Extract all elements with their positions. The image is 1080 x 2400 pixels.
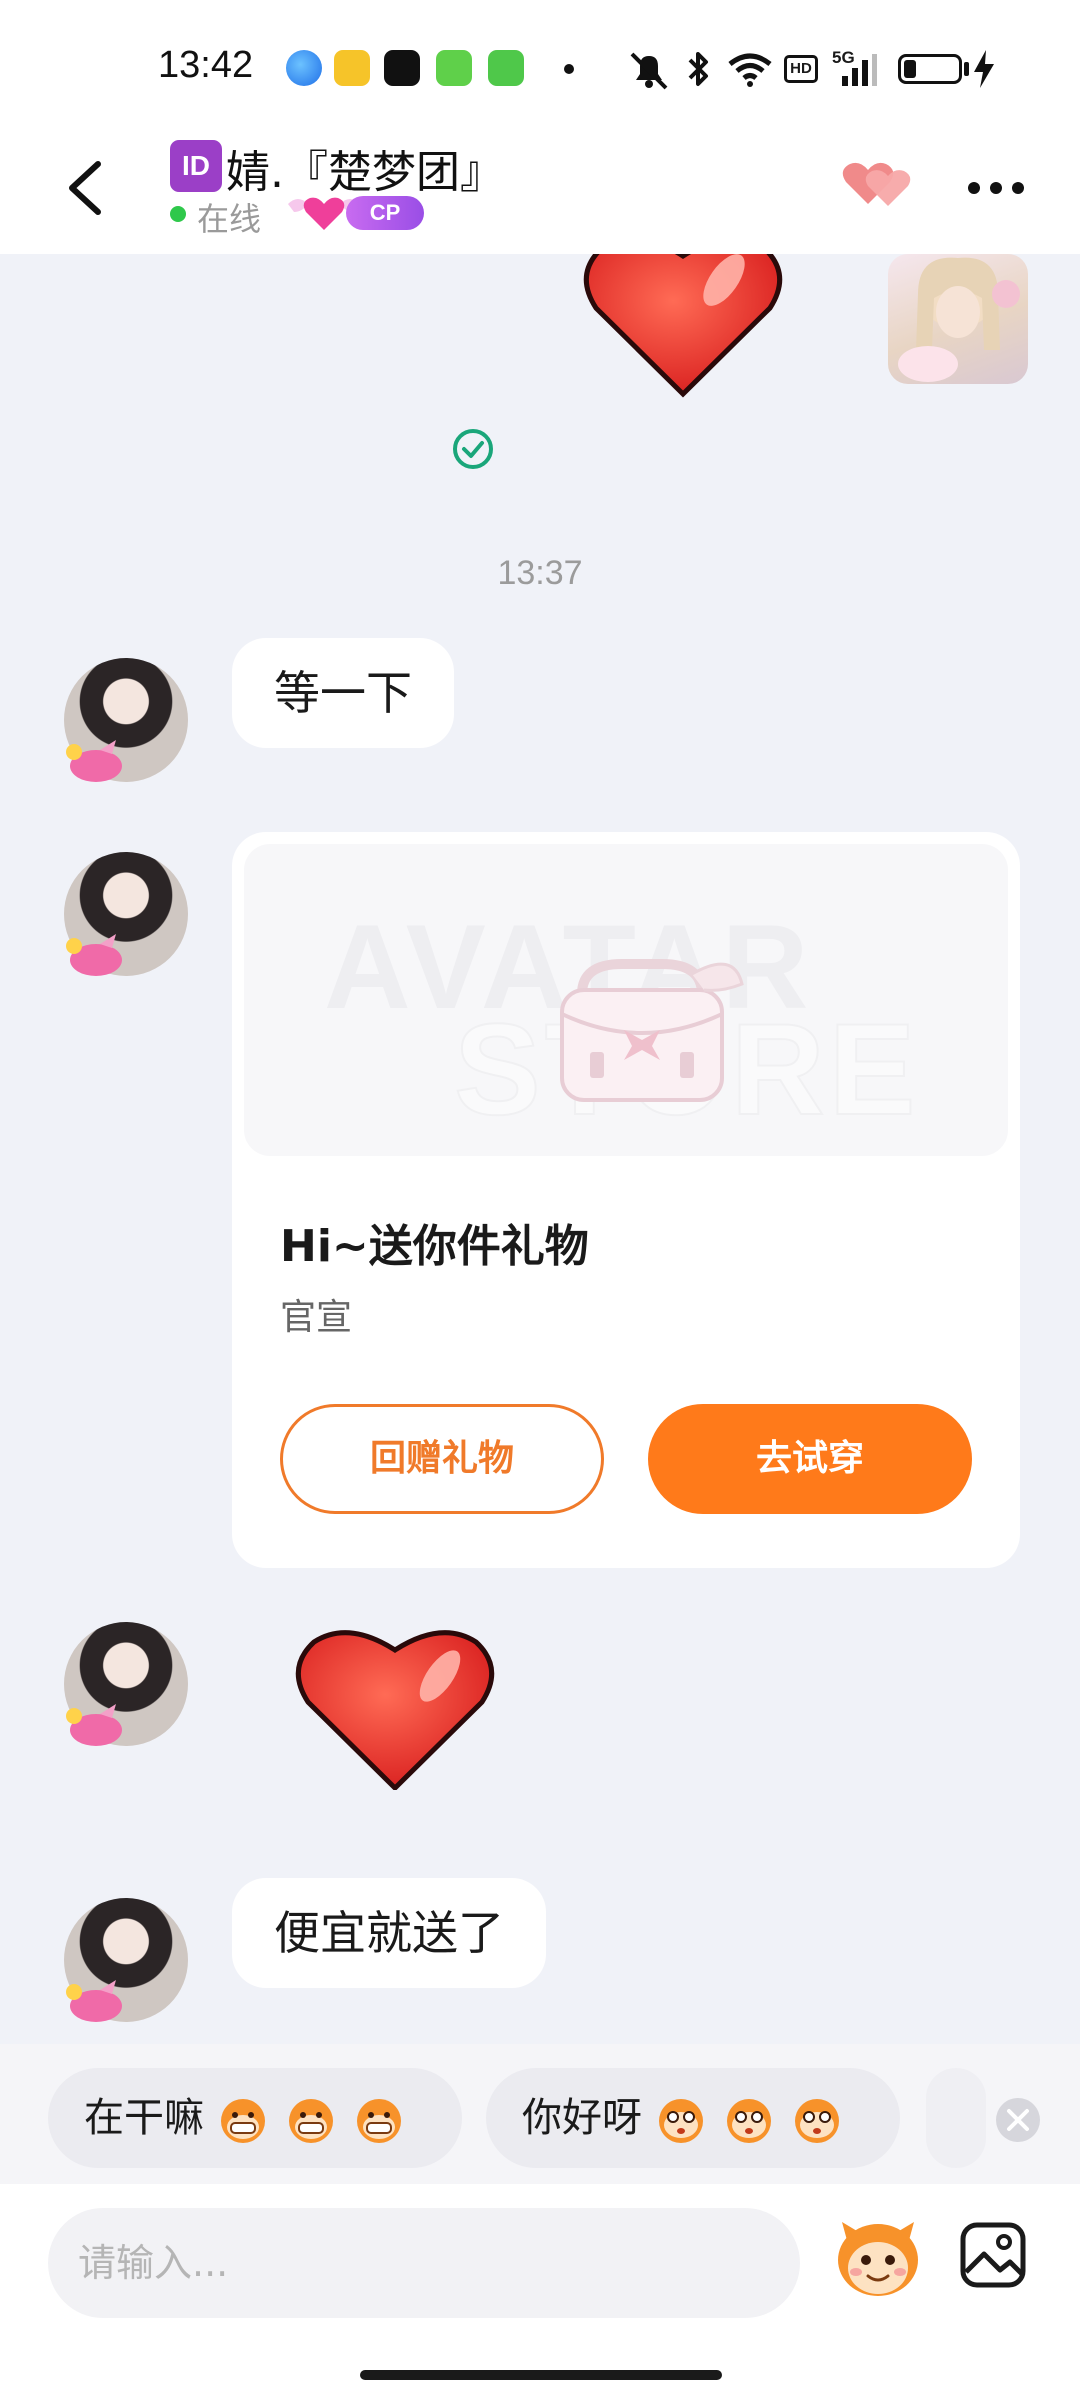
tiktok-icon: [384, 50, 420, 86]
app-yellow-icon: [334, 50, 370, 86]
contact-avatar[interactable]: [64, 1898, 188, 2022]
quick-reply-label: 你好呀: [522, 2095, 642, 2141]
bluetooth-icon: [688, 52, 708, 86]
chat-header: ID 婧.『楚梦团』 在线 CP: [0, 130, 1080, 254]
contact-avatar[interactable]: [64, 852, 188, 976]
quick-reply-chip[interactable]: 在干嘛: [48, 2068, 462, 2168]
status-bar: 13:42 HD 5G: [0, 0, 1080, 130]
pet-decoration-icon: [66, 934, 122, 976]
gift-card-image[interactable]: AVATAR STORE: [244, 844, 1008, 1156]
hd-icon: HD: [784, 55, 818, 83]
message-bubble[interactable]: 便宜就送了: [232, 1878, 546, 1988]
quick-reply-label: 在干嘛: [84, 2095, 204, 2141]
gift-card[interactable]: AVATAR STORE Hi~送你件礼物 官宣 回赠礼物 去试穿: [232, 832, 1020, 1568]
heart-sticker-icon[interactable]: [290, 1620, 500, 1790]
mute-icon: [630, 52, 668, 90]
charging-icon: [974, 50, 994, 88]
wifi-icon: [728, 53, 772, 87]
message-bubble[interactable]: 等一下: [232, 638, 454, 748]
intimacy-hearts-icon[interactable]: [838, 156, 918, 212]
grin-monkey-emoji-icon: [221, 2099, 265, 2143]
pet-decoration-icon: [66, 740, 122, 782]
wow-monkey-emoji-icon: [659, 2099, 703, 2143]
gift-card-subtitle: 官宣: [280, 1297, 353, 1338]
back-arrow-icon[interactable]: [58, 150, 118, 226]
online-status-dot: [170, 206, 186, 222]
messages-icon: [488, 50, 524, 86]
quick-reply-chip[interactable]: 你好呀: [486, 2068, 900, 2168]
message-input[interactable]: [48, 2208, 800, 2318]
read-check-icon: [453, 429, 493, 469]
wow-monkey-emoji-icon: [795, 2099, 839, 2143]
cp-badge[interactable]: CP: [282, 190, 426, 234]
backpack-icon: [560, 959, 744, 1102]
chat-message-list[interactable]: 13:37 等一下 AVATAR STORE: [0, 254, 1080, 2044]
contact-avatar[interactable]: [64, 658, 188, 782]
home-indicator[interactable]: [360, 2370, 722, 2380]
pet-decoration-icon: [66, 1704, 122, 1746]
cp-label: CP: [346, 196, 424, 230]
return-gift-button[interactable]: 回赠礼物: [280, 1404, 604, 1514]
grin-monkey-emoji-icon: [289, 2099, 333, 2143]
browser-icon: [286, 50, 322, 86]
wow-monkey-emoji-icon: [727, 2099, 771, 2143]
status-time: 13:42: [158, 44, 254, 86]
signal-5g-icon: [842, 54, 877, 86]
emoji-mascot-icon[interactable]: [832, 2214, 924, 2300]
app-green-icon: [436, 50, 472, 86]
battery-icon: [898, 54, 962, 84]
message-input-bar: [0, 2184, 1080, 2400]
try-on-button[interactable]: 去试穿: [648, 1404, 972, 1514]
quick-reply-chip-partial[interactable]: [926, 2068, 986, 2168]
online-status-text: 在线: [197, 200, 262, 238]
battery-cap: [964, 62, 969, 76]
close-quick-replies-icon[interactable]: [994, 2096, 1042, 2144]
dot-icon: [564, 64, 574, 74]
image-picker-icon[interactable]: [958, 2220, 1028, 2290]
message-timestamp: 13:37: [497, 554, 583, 592]
avatar-figure: [898, 257, 1020, 382]
grin-monkey-emoji-icon: [357, 2099, 401, 2143]
pet-decoration-icon: [66, 1980, 122, 2022]
gift-card-title: Hi~送你件礼物: [280, 1221, 589, 1272]
quick-reply-bar: 在干嘛 你好呀: [0, 2044, 1080, 2184]
contact-avatar[interactable]: [64, 1622, 188, 1746]
my-avatar[interactable]: [888, 254, 1028, 384]
sent-heart-sticker-icon[interactable]: [578, 254, 788, 424]
more-options-icon[interactable]: [966, 176, 1026, 200]
id-badge: ID: [170, 140, 222, 192]
